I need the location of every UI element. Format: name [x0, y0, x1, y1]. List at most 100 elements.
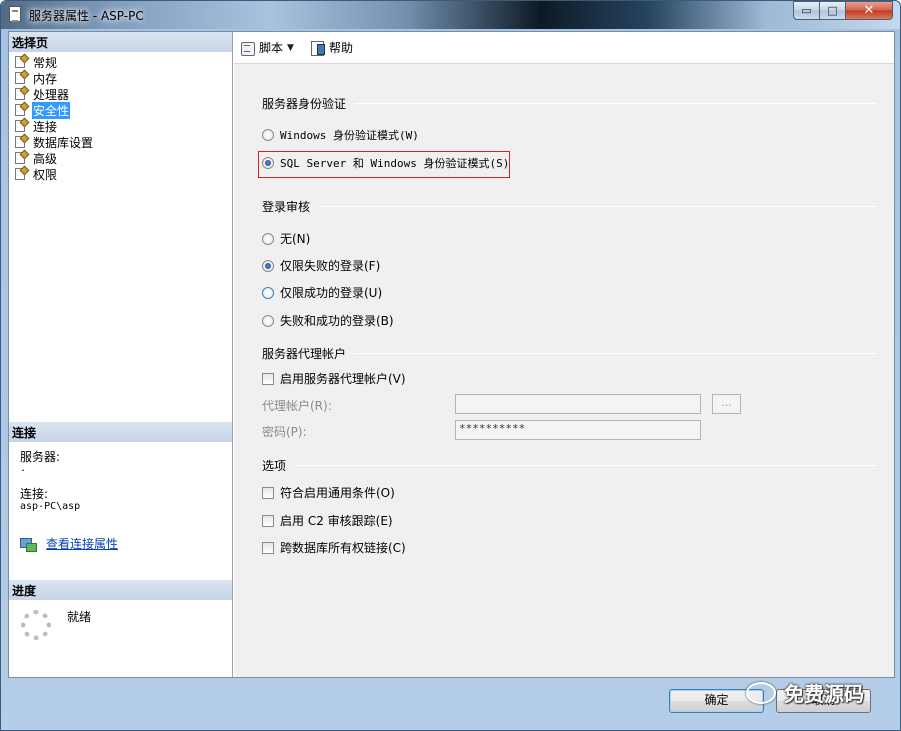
window-icon [9, 6, 21, 22]
connection-header: 连接 [9, 422, 232, 442]
connection-info: 服务器: . 连接: asp-PC\asp [20, 450, 220, 512]
audit-none-radio[interactable] [262, 232, 274, 245]
cross-db-chaining-label: 跨数据库所有权链接(C) [280, 541, 406, 555]
minimize-button[interactable]: ▭ [793, 1, 820, 20]
page-item-label: 连接 [33, 119, 58, 134]
progress-spinner-icon [21, 610, 51, 640]
password-label: 密码(P): [262, 425, 307, 439]
cross-db-chaining-checkbox[interactable] [262, 541, 274, 554]
wechat-icon [746, 681, 776, 704]
server-label: 服务器: [20, 450, 61, 464]
right-pane: 脚本 ▼ 帮助 服务器身份验证 Windows 身份验证模式(W) SQL Se… [234, 32, 894, 677]
windows-auth-label: Windows 身份验证模式(W) [280, 129, 419, 142]
proxy-account-label: 代理帐户(R): [262, 399, 332, 413]
audit-none-option[interactable]: 无(N) [262, 230, 310, 247]
page-settings-icon [13, 117, 30, 133]
dialog-client-area: 选择页 常规 内存 处理器 安全性 连接 数据库设置 高级 权限 连接 服务器:… [8, 31, 895, 678]
proxy-section: 服务器代理帐户 [262, 345, 877, 362]
page-item-label: 数据库设置 [33, 135, 94, 150]
proxy-title: 服务器代理帐户 [262, 347, 347, 361]
common-criteria-checkbox[interactable] [262, 486, 274, 499]
c2-audit-checkbox[interactable] [262, 514, 274, 527]
watermark: 免费源码 [746, 678, 864, 707]
script-button[interactable]: 脚本 ▼ [240, 39, 300, 56]
audit-success-label: 仅限成功的登录(U) [280, 286, 383, 300]
c2-audit-option[interactable]: 启用 C2 审核跟踪(E) [262, 512, 393, 529]
audit-failed-label: 仅限失败的登录(F) [280, 259, 381, 273]
password-input[interactable]: ********** [455, 420, 701, 440]
server-auth-title: 服务器身份验证 [262, 97, 347, 111]
close-button[interactable]: ✕ [845, 1, 893, 20]
page-settings-icon [13, 69, 30, 85]
proxy-account-input[interactable] [455, 394, 701, 414]
help-label: 帮助 [328, 41, 353, 55]
progress-status: 就绪 [67, 610, 92, 624]
options-title: 选项 [262, 459, 287, 473]
maximize-button[interactable]: □ [819, 1, 846, 20]
help-button[interactable]: 帮助 [310, 39, 353, 56]
toolbar: 脚本 ▼ 帮助 [234, 32, 894, 64]
page-item-general[interactable]: 常规 [13, 53, 94, 70]
view-connection-properties-link[interactable]: 查看连接属性 [20, 535, 118, 552]
enable-proxy-option[interactable]: 启用服务器代理帐户(V) [262, 370, 406, 387]
connection-label: 连接: [20, 487, 49, 501]
audit-success-option[interactable]: 仅限成功的登录(U) [262, 284, 382, 301]
window-title: 服务器属性 - ASP-PC [29, 9, 144, 23]
help-icon [310, 40, 326, 56]
progress-area: 就绪 [21, 608, 91, 640]
section-divider [354, 103, 877, 104]
page-item-label: 处理器 [33, 87, 70, 102]
page-item-connections[interactable]: 连接 [13, 117, 94, 134]
view-connection-properties-label[interactable]: 查看连接属性 [46, 535, 118, 552]
page-item-advanced[interactable]: 高级 [13, 149, 94, 166]
browse-button[interactable]: ... [712, 394, 741, 414]
page-settings-icon [13, 165, 30, 181]
chevron-down-icon[interactable]: ▼ [287, 43, 294, 53]
mixed-auth-radio[interactable] [262, 157, 274, 169]
server-properties-window: 服务器属性 - ASP-PC ▭ □ ✕ 选择页 常规 内存 处理器 安全性 连… [0, 0, 901, 731]
page-item-label: 高级 [33, 151, 58, 166]
script-icon [240, 40, 256, 56]
mixed-auth-label: SQL Server 和 Windows 身份验证模式(S) [280, 157, 510, 170]
audit-both-option[interactable]: 失败和成功的登录(B) [262, 312, 394, 329]
windows-auth-option[interactable]: Windows 身份验证模式(W) [262, 127, 419, 143]
page-settings-icon [13, 133, 30, 149]
common-criteria-option[interactable]: 符合启用通用条件(O) [262, 484, 395, 501]
audit-failed-radio[interactable] [262, 259, 274, 272]
page-item-label: 安全性 [32, 101, 71, 119]
page-settings-icon [13, 85, 30, 101]
login-audit-title: 登录审核 [262, 200, 311, 214]
page-item-security[interactable]: 安全性 [13, 101, 94, 119]
connection-value: asp-PC\asp [20, 501, 81, 512]
server-value: . [20, 463, 27, 474]
cross-db-chaining-option[interactable]: 跨数据库所有权链接(C) [262, 539, 406, 556]
page-list: 常规 内存 处理器 安全性 连接 数据库设置 高级 权限 [13, 53, 94, 182]
page-item-database-settings[interactable]: 数据库设置 [13, 133, 94, 150]
page-item-memory[interactable]: 内存 [13, 69, 94, 86]
enable-proxy-checkbox[interactable] [262, 372, 274, 385]
login-audit-section: 登录审核 [262, 198, 877, 215]
page-item-label: 常规 [33, 55, 58, 70]
section-divider [294, 465, 877, 466]
select-page-header: 选择页 [9, 32, 232, 52]
script-label: 脚本 [259, 41, 284, 55]
title-bar[interactable]: 服务器属性 - ASP-PC ▭ □ ✕ [1, 1, 900, 29]
connection-properties-icon [20, 537, 37, 552]
c2-audit-label: 启用 C2 审核跟踪(E) [280, 514, 393, 528]
section-divider [354, 353, 877, 354]
page-settings-icon [13, 101, 30, 117]
options-section: 选项 [262, 457, 877, 474]
progress-header: 进度 [9, 580, 232, 600]
page-item-label: 内存 [33, 71, 58, 86]
audit-both-radio[interactable] [262, 314, 274, 327]
left-pane: 选择页 常规 内存 处理器 安全性 连接 数据库设置 高级 权限 连接 服务器:… [9, 32, 233, 677]
page-item-permissions[interactable]: 权限 [13, 165, 94, 182]
audit-failed-option[interactable]: 仅限失败的登录(F) [262, 257, 380, 274]
watermark-text: 免费源码 [784, 682, 864, 706]
audit-success-radio[interactable] [262, 286, 274, 299]
audit-both-label: 失败和成功的登录(B) [280, 314, 394, 328]
common-criteria-label: 符合启用通用条件(O) [280, 486, 395, 500]
page-item-processors[interactable]: 处理器 [13, 85, 94, 102]
windows-auth-radio[interactable] [262, 129, 274, 141]
mixed-auth-option[interactable]: SQL Server 和 Windows 身份验证模式(S) [262, 155, 509, 171]
